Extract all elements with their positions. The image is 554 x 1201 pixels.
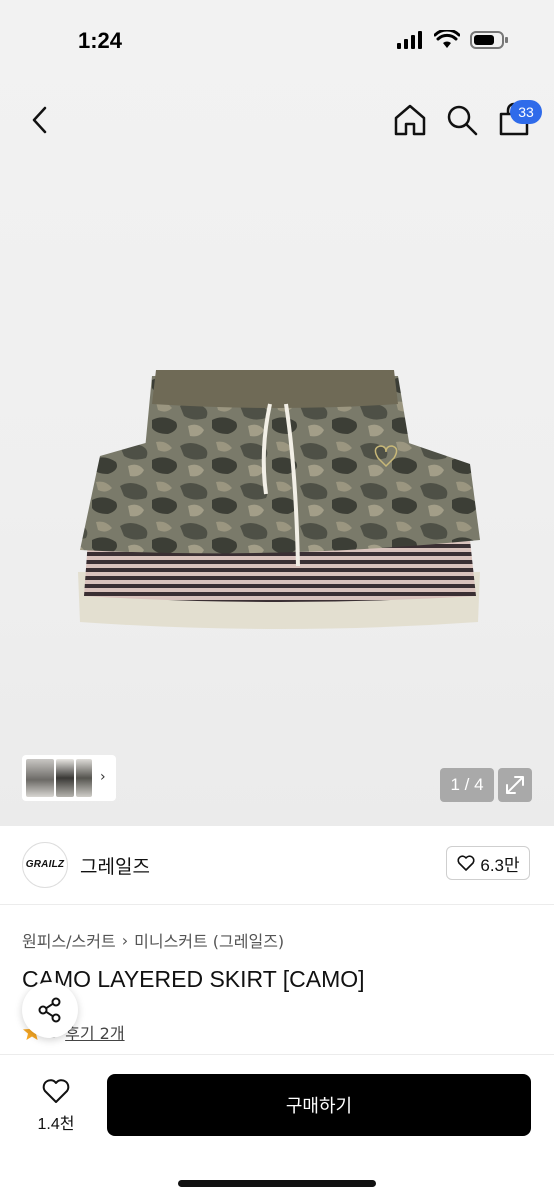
brand-row: GRAILZ 그레일즈 6.3만 <box>0 826 554 905</box>
breadcrumb-separator-icon: › <box>121 930 129 950</box>
breadcrumb: 원피스/스커트 › 미니스커트 (그레일즈) <box>22 928 284 952</box>
thumbnail-3[interactable] <box>76 759 92 797</box>
home-indicator <box>178 1180 376 1187</box>
brand-like-button[interactable]: 6.3만 <box>446 846 530 880</box>
signal-icon <box>397 31 422 49</box>
expand-icon <box>506 776 524 794</box>
status-icons <box>396 30 510 50</box>
thumbnail-strip[interactable]: › <box>22 755 116 801</box>
expand-image-button[interactable] <box>498 768 532 802</box>
buy-button[interactable]: 구매하기 <box>107 1074 531 1136</box>
breadcrumb-category[interactable]: 원피스/스커트 <box>22 928 116 952</box>
back-button[interactable] <box>22 100 58 140</box>
thumbnail-2[interactable] <box>56 759 74 797</box>
battery-icon <box>470 31 508 49</box>
bottom-action-bar: 1.4천 구매하기 <box>0 1054 554 1201</box>
cart-count-badge: 33 <box>510 100 542 124</box>
home-button[interactable] <box>390 100 430 140</box>
breadcrumb-subcategory[interactable]: 미니스커트 (그레일즈) <box>134 928 284 952</box>
brand-name[interactable]: 그레일즈 <box>80 852 150 879</box>
wifi-icon <box>434 30 460 48</box>
search-button[interactable] <box>442 100 482 140</box>
chevron-right-icon: › <box>100 769 106 785</box>
wishlist-count: 1.4천 <box>37 1115 75 1133</box>
share-button[interactable] <box>22 982 78 1038</box>
product-image[interactable] <box>60 360 500 640</box>
search-icon <box>447 105 478 136</box>
brand-logo[interactable]: GRAILZ <box>22 842 68 888</box>
product-title: CAMO LAYERED SKIRT [CAMO] <box>22 966 365 992</box>
status-bar: 1:24 <box>0 0 554 80</box>
brand-like-count: 6.3만 <box>480 855 520 875</box>
share-icon <box>38 997 61 1023</box>
home-icon <box>394 104 426 136</box>
heart-icon <box>457 855 475 871</box>
thumbnail-1[interactable] <box>26 759 54 797</box>
image-page-counter: 1 / 4 <box>440 768 494 802</box>
wishlist-button[interactable]: 1.4천 <box>28 1075 84 1135</box>
status-time: 1:24 <box>78 28 123 53</box>
chevron-left-icon <box>32 106 47 134</box>
heart-icon <box>42 1078 70 1103</box>
